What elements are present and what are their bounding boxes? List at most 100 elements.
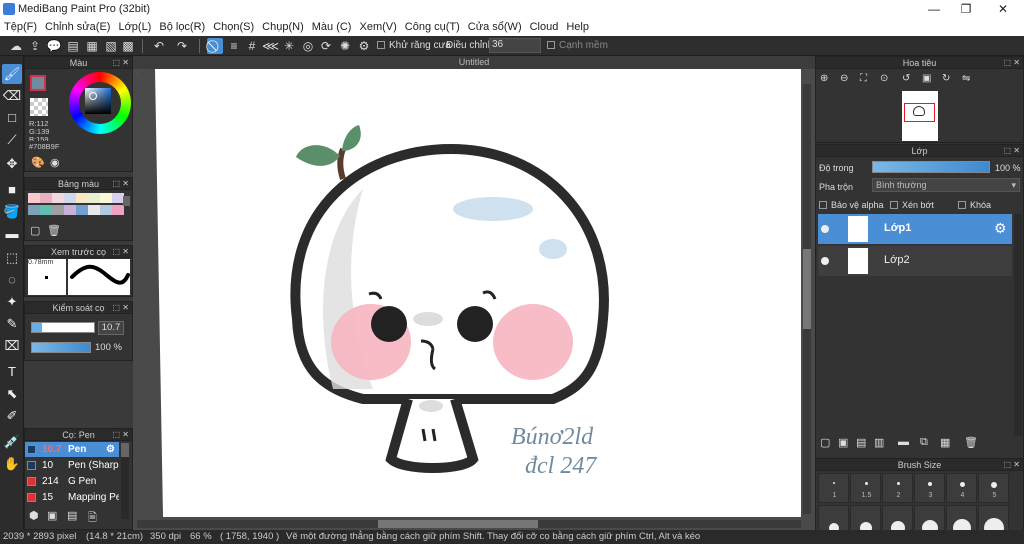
select-pen-icon[interactable]: ✎ [2,314,22,334]
message-icon[interactable]: ▤ [65,38,81,54]
new-8bit-layer-icon[interactable]: ▤ [856,436,866,449]
trash-icon[interactable]: 🗑 [47,224,61,237]
merge-down-icon[interactable]: ▦ [940,436,950,449]
palette-swatch[interactable] [76,193,88,203]
lasso-tool-icon[interactable]: ◌ [2,270,22,290]
palette-scrollbar[interactable] [123,196,130,206]
eyedropper-tool-icon[interactable]: 💉 [2,432,22,452]
palette-swatch[interactable] [88,205,100,215]
minimize-button[interactable]: — [916,0,952,19]
brush-list-scrollbar[interactable] [121,443,129,519]
circle-snap-icon[interactable]: ◎ [300,38,316,54]
brush-item-mapping-pen[interactable]: 15 Mapping Pe [25,490,119,505]
brush-size-cell[interactable]: 5 [978,473,1009,503]
curve-snap-icon[interactable]: ⟳ [318,38,334,54]
menu-help[interactable]: Help [562,19,593,35]
select-eraser-icon[interactable]: ⌧ [2,336,22,356]
antialias-checkbox[interactable] [377,41,385,49]
divide-tool-icon[interactable]: ✐ [2,406,22,426]
brush-size-cell[interactable]: 2 [882,473,913,503]
menu-snap[interactable]: Chụp(N) [258,19,308,35]
radial-line-icon[interactable]: ✳ [281,38,297,54]
fill-rect-tool-icon[interactable]: ■ [2,180,22,200]
folder-icon[interactable]: ▬ [898,436,909,448]
new-layer-icon[interactable]: ▢ [820,436,830,449]
palette-swatch[interactable] [100,193,112,203]
radial-snap-icon[interactable]: ⋘ [262,38,279,54]
duplicate-layer-icon[interactable]: ⧉ [920,436,928,449]
palette-swatch[interactable] [28,193,40,203]
background-color[interactable] [30,98,48,116]
new-halftone-layer-icon[interactable]: ▣ [838,436,848,449]
brush-size-cell[interactable]: 3 [914,473,945,503]
palette-swatch[interactable] [64,205,76,215]
color-picker-icon[interactable]: ◉ [50,156,60,169]
color-wheel[interactable] [69,72,131,134]
brush-size-slider[interactable] [31,322,95,333]
protect-alpha-checkbox[interactable] [819,201,827,209]
menu-tools[interactable]: Công cụ(T) [401,19,464,35]
add-brush-icon[interactable]: ⬢ [29,509,39,522]
palette-swatch[interactable] [112,205,124,215]
brush-size-cell[interactable]: 4 [946,473,977,503]
gear-icon[interactable]: ⚙ [994,220,1007,237]
eraser-tool-icon[interactable]: ⌫ [2,86,22,106]
navigator-thumbnail[interactable] [902,91,938,141]
new-1bit-layer-icon[interactable]: ▥ [874,436,884,449]
edge-checkbox[interactable] [547,41,555,49]
drawing-canvas[interactable]: Búnơ2ld đcl 247 [133,69,815,534]
grid-icon[interactable]: ▩ [120,38,136,54]
zoom-in-icon[interactable]: ⊕ [820,73,828,84]
eye-icon[interactable] [821,225,829,233]
operation-tool-icon[interactable]: ⬉ [2,384,22,404]
menu-view[interactable]: Xem(V) [355,19,400,35]
adjust-input[interactable]: 36 [489,38,541,53]
brush-item-pen[interactable]: 10.7 Pen ⚙ [25,442,119,457]
palette-swatch[interactable] [76,205,88,215]
rotate-left-icon[interactable]: ↺ [902,73,910,84]
bucket-tool-icon[interactable]: 🪣 [2,202,22,222]
line-tool-icon[interactable]: ⟋ [2,130,22,150]
undo-icon[interactable]: ↶ [151,38,167,54]
redo-icon[interactable]: ↷ [174,38,190,54]
layer-row-1[interactable]: Lớp1 ⚙ [818,214,1012,244]
brush-copy-icon[interactable]: ▤ [67,509,77,522]
zoom-out-icon[interactable]: ⊖ [840,73,848,84]
brush-tool-icon[interactable]: 🖌 [2,64,22,84]
reset-rotation-icon[interactable]: ▣ [922,73,931,84]
flip-icon[interactable]: ⇋ [962,73,970,84]
menu-cloud[interactable]: Cloud [526,19,563,35]
palette-swatch[interactable] [40,205,52,215]
magic-wand-icon[interactable]: ✦ [2,292,22,312]
brush-item-g-pen[interactable]: 214 G Pen [25,474,119,489]
layer-opacity-slider[interactable] [872,161,990,173]
actual-size-icon[interactable]: ⊙ [880,73,888,84]
hand-tool-icon[interactable]: ✋ [2,454,22,474]
menu-edit[interactable]: Chỉnh sửa(E) [41,19,114,35]
snap-off-icon[interactable]: ⃠ [207,38,223,54]
canvas-v-scrollbar[interactable] [803,249,811,329]
menu-window[interactable]: Cửa sổ(W) [464,19,526,35]
menu-layer[interactable]: Lớp(L) [114,19,155,35]
pages-icon[interactable]: ▧ [103,38,119,54]
comment-icon[interactable]: 💬 [46,38,62,54]
gear-icon[interactable]: ⚙ [356,38,372,54]
grid-snap-icon[interactable]: # [244,38,260,54]
palette-swatch[interactable] [52,193,64,203]
palette-icon[interactable]: 🎨 [31,156,45,169]
rotate-right-icon[interactable]: ↻ [942,73,950,84]
layer-row-2[interactable]: Lớp2 [818,246,1012,276]
move-tool-icon[interactable]: ✥ [2,154,22,174]
menu-select[interactable]: Chọn(S) [209,19,258,35]
brush-delete-icon[interactable]: 🗎 [88,509,97,528]
brush-size-cell[interactable]: 1 [818,473,849,503]
palette-swatch[interactable] [88,193,100,203]
trash-icon[interactable]: 🗑 [964,436,978,449]
foreground-color[interactable] [30,75,46,91]
gradient-tool-icon[interactable]: ▬ [2,224,22,244]
parallel-snap-icon[interactable]: ≡ [226,38,242,54]
layer-scrollbar[interactable] [1014,214,1022,436]
brush-size-cell[interactable]: 1.5 [850,473,881,503]
text-tool-icon[interactable]: T [2,362,22,382]
eye-icon[interactable] [821,257,829,265]
